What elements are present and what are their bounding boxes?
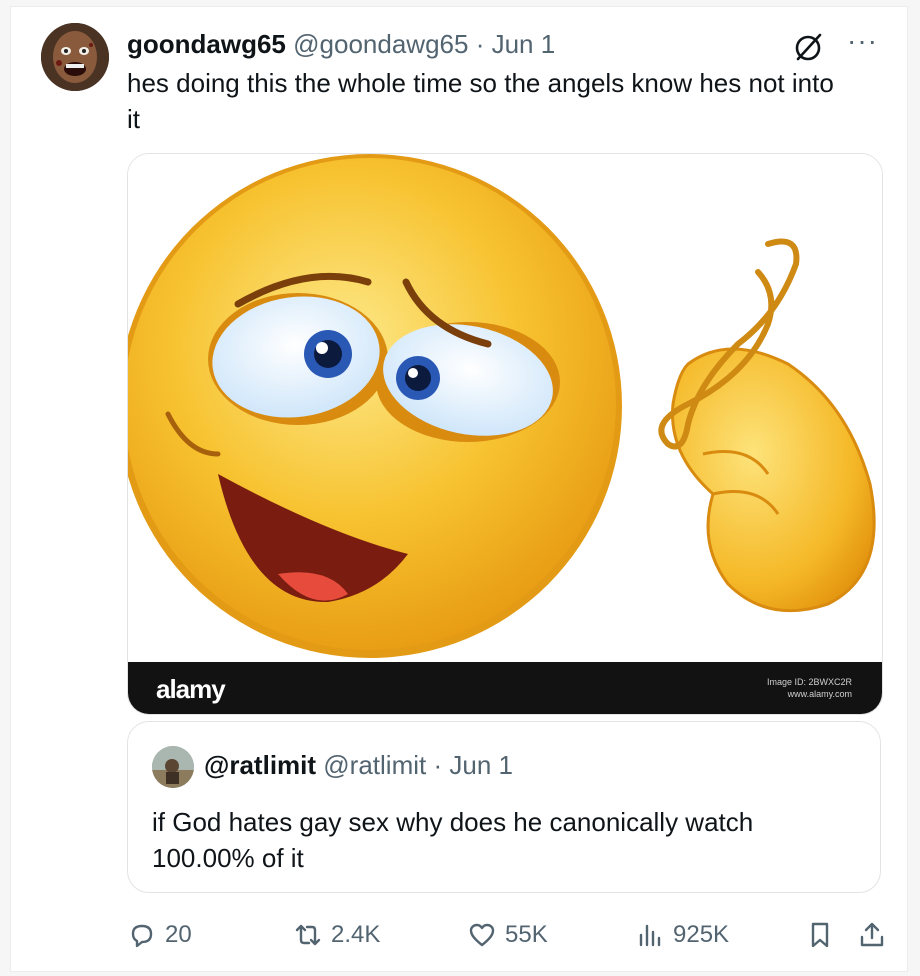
tweet-date[interactable]: Jun 1 [492,29,556,59]
tweet-header: goondawg65 @goondawg65 · Jun 1 [127,27,555,61]
author-display-name[interactable]: goondawg65 [127,29,286,59]
action-bar: 20 2.4K 55K 925K [127,915,897,955]
like-icon [469,923,495,947]
views-icon [639,924,661,947]
bookmark-button[interactable] [805,915,835,955]
share-button[interactable] [857,915,887,955]
quoted-display-name[interactable]: @ratlimit [204,750,316,780]
quoted-date[interactable]: Jun 1 [449,750,513,780]
quoted-tweet[interactable]: @ratlimit @ratlimit · Jun 1 if God hates… [127,721,881,893]
views-count: 925K [673,921,730,948]
reply-icon [131,924,153,948]
quoted-author-avatar[interactable] [152,746,194,788]
site-line: www.alamy.com [787,689,852,699]
bookmark-icon [811,922,829,948]
avatar-image [41,23,109,91]
tweet-card[interactable]: goondawg65 @goondawg65 · Jun 1 ··· hes d… [10,6,908,972]
repost-icon [295,924,321,946]
repost-button[interactable]: 2.4K [293,915,380,955]
views-button[interactable]: 925K [635,915,729,955]
share-icon [860,922,884,947]
quoted-separator: · [433,750,443,780]
tweet-text: hes doing this the whole time so the ang… [127,68,834,134]
like-button[interactable]: 55K [467,915,548,955]
author-avatar[interactable] [41,23,109,91]
emoji-illustration [128,154,882,714]
image-id-line: Image ID: 2BWXC2R [766,677,852,687]
like-count: 55K [505,921,548,948]
watermark-bar: alamy Image ID: 2BWXC2R www.alamy.com [128,662,882,714]
quoted-tweet-header: @ratlimit @ratlimit · Jun 1 [204,748,513,782]
grok-icon[interactable] [791,31,825,65]
quoted-tweet-text: if God hates gay sex why does he canonic… [152,807,754,873]
more-options-icon[interactable]: ··· [847,27,878,55]
reply-count: 20 [165,921,192,948]
header-separator: · [475,29,485,59]
watermark-image-id: Image ID: 2BWXC2R www.alamy.com [767,676,852,700]
watermark-brand: alamy [156,674,226,704]
quoted-handle[interactable]: @ratlimit [323,750,426,780]
repost-count: 2.4K [331,921,381,948]
author-handle[interactable]: @goondawg65 [293,29,468,59]
tweet-media[interactable]: alamy Image ID: 2BWXC2R www.alamy.com [127,153,883,715]
reply-button[interactable]: 20 [127,915,192,955]
